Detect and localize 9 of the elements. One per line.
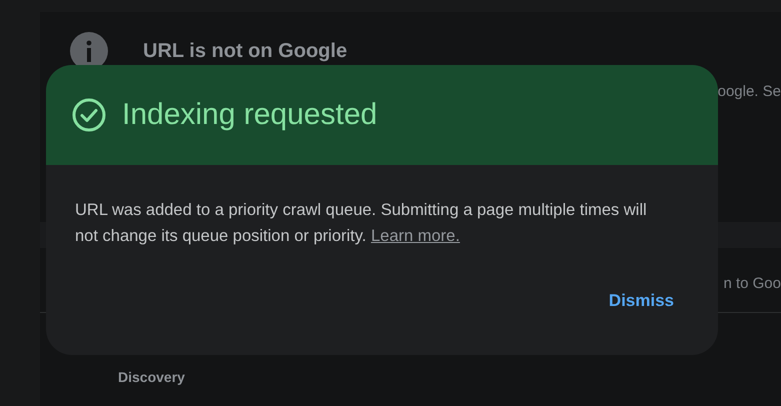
description-text: oogle. Se: [718, 83, 781, 100]
dialog-title: Indexing requested: [122, 98, 378, 132]
dialog-message: URL was added to a priority crawl queue. Submitting a page multiple times will not change its queue position or priority. Learn more.: [75, 200, 648, 247]
status-title: URL is not on Google: [143, 40, 348, 62]
learn-more-link[interactable]: Learn more.: [370, 227, 460, 245]
check-circle-icon: [72, 98, 106, 132]
row-text: n to Goo: [723, 275, 781, 292]
dismiss-button[interactable]: Dismiss: [598, 287, 684, 315]
section-label: Discovery: [118, 369, 185, 385]
